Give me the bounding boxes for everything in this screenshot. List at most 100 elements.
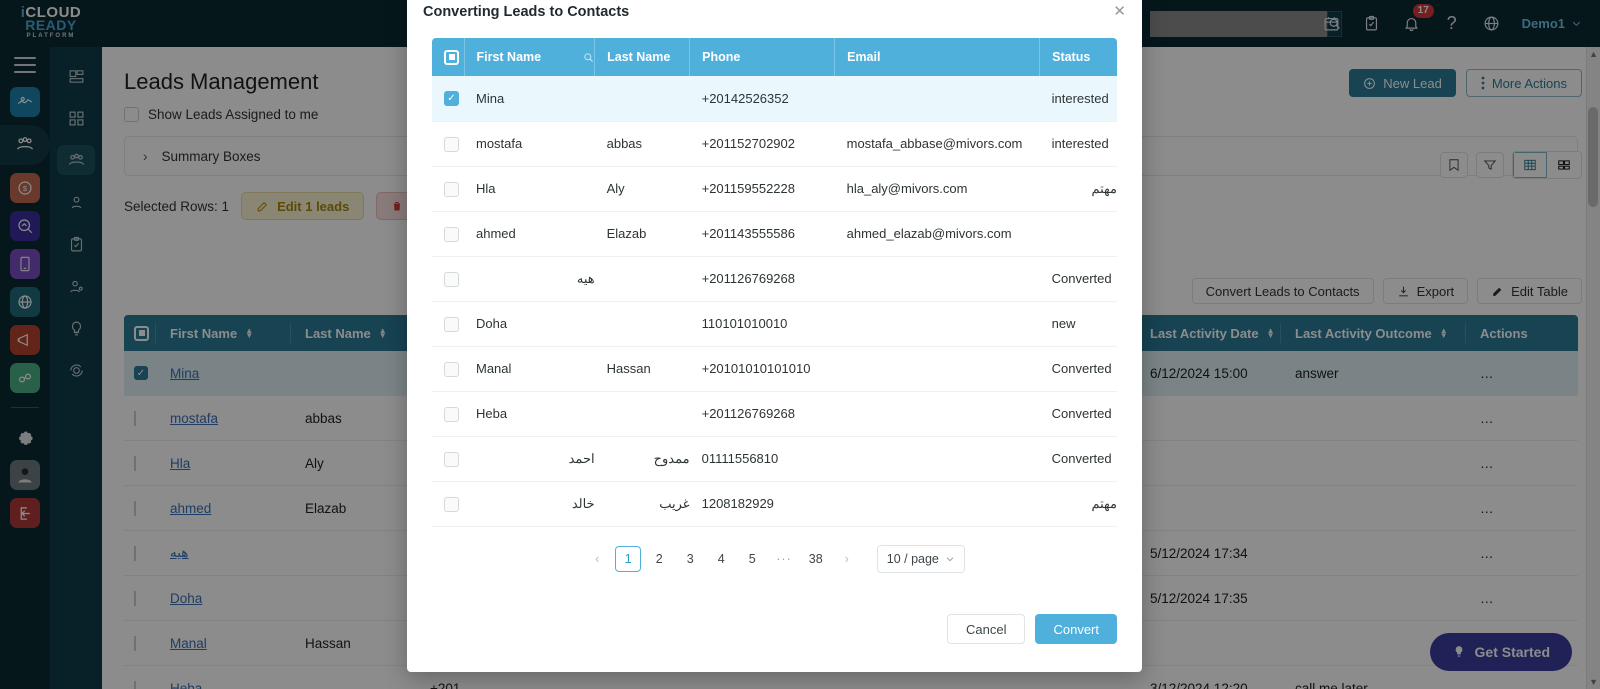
modal-cell-email bbox=[834, 76, 1040, 122]
modal-cell-email bbox=[834, 256, 1040, 302]
modal-cell-phone: +201126769268 bbox=[689, 256, 835, 302]
modal-cell-email bbox=[834, 391, 1040, 437]
close-icon[interactable]: ✕ bbox=[1113, 2, 1126, 20]
modal-table-body: ✓ Mina +20142526352 interested mostafa abbas +… bbox=[432, 76, 1117, 527]
modal-cell-phone: +20101010101010 bbox=[689, 346, 835, 392]
modal-table-row[interactable]: Heba +201126769268 Converted bbox=[432, 391, 1117, 437]
modal-cell-email bbox=[834, 436, 1040, 482]
modal-cell-first-name: mostafa bbox=[464, 121, 595, 167]
modal-cell-first-name: Manal bbox=[464, 346, 595, 392]
modal-cell-email: ahmed_elazab@mivors.com bbox=[834, 211, 1040, 257]
modal-table-row[interactable]: mostafa abbas +201152702902 mostafa_abbase@… bbox=[432, 121, 1117, 167]
modal-table-row[interactable]: Manal Hassan +20101010101010 Converted bbox=[432, 346, 1117, 392]
pagination-prev[interactable]: ‹ bbox=[584, 546, 610, 572]
page-size-select[interactable]: 10 / page bbox=[876, 544, 965, 573]
modal-cell-status: new bbox=[1039, 301, 1117, 347]
modal-cell-phone: +201143555586 bbox=[689, 211, 835, 257]
modal-cell-first-name: Hla bbox=[464, 166, 595, 212]
modal-column-first-name[interactable]: First Name bbox=[464, 38, 596, 76]
pagination-pages: 12345 bbox=[615, 545, 765, 572]
modal-cell-last-name: ممدوح bbox=[594, 436, 690, 482]
modal-table-row[interactable]: ✓ Mina +20142526352 interested bbox=[432, 76, 1117, 122]
modal-title: Converting Leads to Contacts bbox=[423, 4, 630, 20]
modal-cell-last-name bbox=[594, 301, 690, 347]
modal-table-row[interactable]: ahmed Elazab +201143555586 ahmed_elazab@miv… bbox=[432, 211, 1117, 257]
pagination-page[interactable]: 3 bbox=[677, 546, 703, 572]
modal-cell-last-name: Hassan bbox=[594, 346, 690, 392]
modal-cell-status: Converted bbox=[1039, 391, 1117, 437]
modal-table-row[interactable]: Doha 110101010010 new bbox=[432, 301, 1117, 347]
page-size-label: 10 / page bbox=[886, 551, 939, 566]
modal-cell-status: Converted bbox=[1039, 436, 1117, 482]
modal-cell-email bbox=[834, 346, 1040, 392]
convert-button[interactable]: Convert bbox=[1035, 614, 1117, 644]
modal-cell-status: Converted bbox=[1039, 256, 1117, 302]
modal-cell-status bbox=[1039, 211, 1117, 257]
modal-table-row[interactable]: Hla Aly +201159552228 hla_aly@mivors.com مهت… bbox=[432, 166, 1117, 212]
modal-row-checkbox[interactable] bbox=[432, 211, 464, 257]
pagination-page[interactable]: 1 bbox=[615, 545, 642, 572]
modal-row-checkbox[interactable] bbox=[432, 346, 464, 392]
modal-cell-status: Converted bbox=[1039, 346, 1117, 392]
chevron-down-icon bbox=[946, 556, 954, 561]
column-label: First Name bbox=[476, 50, 542, 64]
modal-cell-status: مهتم bbox=[1039, 481, 1117, 527]
search-icon[interactable] bbox=[583, 52, 594, 63]
column-label: Email bbox=[847, 50, 881, 64]
pagination-page[interactable]: 4 bbox=[708, 546, 734, 572]
modal-header: Converting Leads to Contacts ✕ bbox=[407, 0, 1142, 38]
modal-cell-last-name: abbas bbox=[594, 121, 690, 167]
modal-row-checkbox[interactable] bbox=[432, 301, 464, 347]
modal-cell-status: interested bbox=[1039, 121, 1117, 167]
pagination-page[interactable]: 5 bbox=[739, 546, 765, 572]
modal-table-row[interactable]: خالد غريب 1208182929 مهتم bbox=[432, 481, 1117, 527]
modal-table-row[interactable]: احمد ممدوح 01111556810 Converted bbox=[432, 436, 1117, 482]
column-label: Last Name bbox=[607, 50, 671, 64]
convert-leads-modal: Converting Leads to Contacts ✕ First Nam… bbox=[407, 0, 1142, 672]
modal-cell-last-name: Aly bbox=[594, 166, 690, 212]
modal-cell-phone: +201152702902 bbox=[689, 121, 835, 167]
modal-leads-table: First Name Last Name Phone Email Status … bbox=[432, 38, 1117, 527]
modal-row-checkbox[interactable] bbox=[432, 391, 464, 437]
modal-column-last-name[interactable]: Last Name bbox=[594, 38, 691, 76]
cancel-button[interactable]: Cancel bbox=[947, 614, 1026, 644]
pagination-next[interactable]: › bbox=[834, 546, 860, 572]
modal-row-checkbox[interactable] bbox=[432, 436, 464, 482]
modal-cell-email bbox=[834, 481, 1040, 527]
modal-cell-first-name: Heba bbox=[464, 391, 595, 437]
modal-cell-first-name: خالد bbox=[464, 481, 595, 527]
modal-cell-last-name: Elazab bbox=[594, 211, 690, 257]
modal-cell-first-name: ahmed bbox=[464, 211, 595, 257]
modal-cell-phone: 01111556810 bbox=[689, 436, 835, 482]
pagination-page[interactable]: 2 bbox=[646, 546, 672, 572]
modal-column-email[interactable]: Email bbox=[834, 38, 1041, 76]
modal-table-row[interactable]: هيه +201126769268 Converted bbox=[432, 256, 1117, 302]
modal-select-all-checkbox[interactable] bbox=[432, 38, 465, 76]
modal-cell-email: hla_aly@mivors.com bbox=[834, 166, 1040, 212]
pagination: ‹ 12345 ··· 38 › 10 / page bbox=[432, 544, 1117, 573]
modal-row-checkbox[interactable]: ✓ bbox=[432, 76, 464, 122]
modal-cell-first-name: هيه bbox=[464, 256, 595, 302]
modal-row-checkbox[interactable] bbox=[432, 166, 464, 212]
modal-cell-last-name bbox=[594, 391, 690, 437]
modal-cell-phone: +20142526352 bbox=[689, 76, 835, 122]
modal-column-status[interactable]: Status bbox=[1039, 38, 1117, 76]
modal-row-checkbox[interactable] bbox=[432, 121, 464, 167]
column-label: Status bbox=[1052, 50, 1091, 64]
modal-cell-status: مهتم bbox=[1039, 166, 1117, 212]
modal-cell-first-name: Mina bbox=[464, 76, 595, 122]
modal-cell-status: interested bbox=[1039, 76, 1117, 122]
modal-row-checkbox[interactable] bbox=[432, 481, 464, 527]
modal-column-phone[interactable]: Phone bbox=[689, 38, 836, 76]
modal-footer: Cancel Convert bbox=[407, 598, 1142, 672]
pagination-last-page[interactable]: 38 bbox=[803, 546, 829, 572]
modal-cell-phone: +201159552228 bbox=[689, 166, 835, 212]
modal-body: First Name Last Name Phone Email Status … bbox=[407, 38, 1142, 598]
modal-cell-last-name: غريب bbox=[594, 481, 690, 527]
modal-table-header: First Name Last Name Phone Email Status bbox=[432, 38, 1117, 76]
modal-cell-phone: +201126769268 bbox=[689, 391, 835, 437]
modal-cell-last-name bbox=[594, 76, 690, 122]
modal-row-checkbox[interactable] bbox=[432, 256, 464, 302]
modal-cell-email bbox=[834, 301, 1040, 347]
modal-cell-phone: 1208182929 bbox=[689, 481, 835, 527]
